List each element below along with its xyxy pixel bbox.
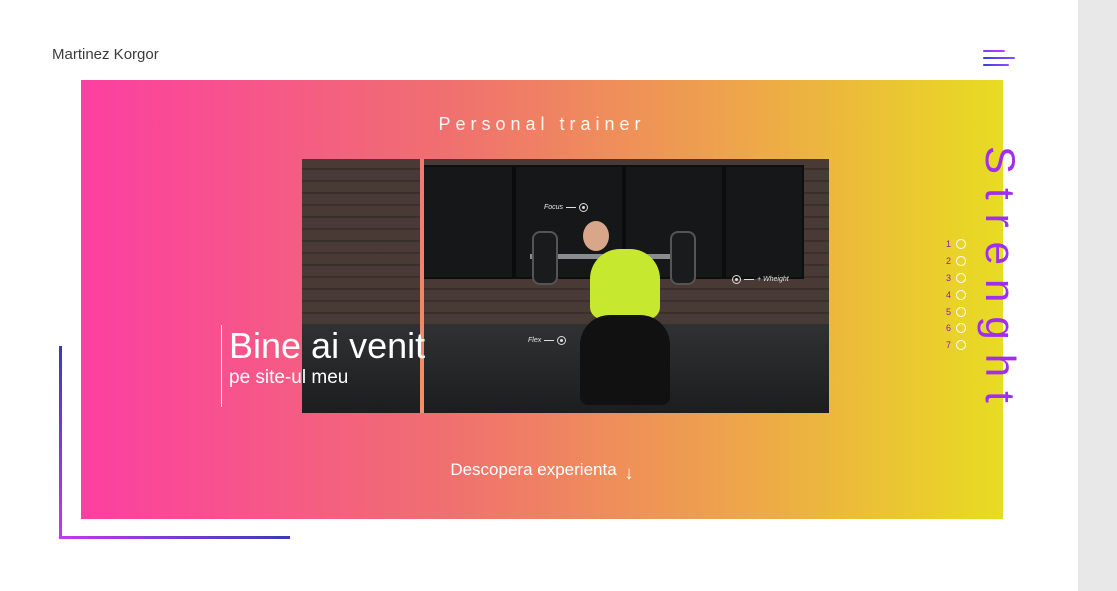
annotation-line <box>566 207 577 208</box>
annotation-weight[interactable]: + Wheight <box>732 275 789 284</box>
annotation-dot-icon <box>579 203 589 212</box>
menu-line <box>983 64 1009 66</box>
discover-label: Descopera experienta <box>450 460 617 479</box>
hamburger-menu-icon[interactable] <box>983 50 1017 68</box>
menu-line <box>983 50 1005 52</box>
trainer-legs <box>580 315 670 405</box>
annotation-flex[interactable]: Flex <box>528 336 567 345</box>
slide-pager: 1 2 3 4 5 6 7 <box>946 236 966 354</box>
annotation-label: Focus <box>544 204 564 211</box>
pager-number: 1 <box>946 239 952 250</box>
pager-item[interactable]: 2 <box>946 253 966 270</box>
pager-item[interactable]: 3 <box>946 270 966 287</box>
hero-banner: Personal trainer Focus + Wheight Flex Bi… <box>81 80 1003 519</box>
decorative-corner-vertical <box>59 346 62 539</box>
pager-number: 4 <box>946 289 952 300</box>
pager-item[interactable]: 1 <box>946 236 966 253</box>
barbell-plate <box>532 231 558 285</box>
annotation-dot-icon <box>557 336 567 345</box>
pager-item[interactable]: 6 <box>946 320 966 337</box>
trainer-torso <box>590 249 660 319</box>
brand-name[interactable]: Martinez Korgor <box>52 46 159 63</box>
discover-button[interactable]: Descopera experienta ↓ <box>81 460 1003 482</box>
annotation-line <box>544 340 555 341</box>
welcome-divider <box>221 325 222 407</box>
pager-item[interactable]: 7 <box>946 337 966 354</box>
right-gray-strip <box>1078 0 1117 591</box>
hero-title: Personal trainer <box>438 114 646 134</box>
annotation-line <box>744 279 754 280</box>
vertical-side-word: Strenght <box>977 146 1024 417</box>
decorative-corner-horizontal <box>59 536 290 539</box>
annotation-label: Flex <box>528 337 542 344</box>
annotation-dot-icon <box>732 275 741 284</box>
welcome-title: Bine ai venit <box>229 325 426 366</box>
barbell-plate <box>670 231 696 285</box>
arrow-down-icon: ↓ <box>624 463 634 483</box>
trainer-head <box>583 221 609 251</box>
pager-number: 5 <box>946 306 952 317</box>
pager-item[interactable]: 5 <box>946 303 966 320</box>
welcome-subtitle: pe site-ul meu <box>229 367 349 388</box>
window-frame <box>512 167 516 277</box>
menu-line <box>983 57 1015 59</box>
window-frame <box>722 167 726 277</box>
pager-item[interactable]: 4 <box>946 286 966 303</box>
pager-number: 2 <box>946 256 952 267</box>
welcome-block: Bine ai venit pe site-ul meu <box>221 325 426 407</box>
pager-number: 7 <box>946 340 952 351</box>
annotation-focus[interactable]: Focus <box>544 203 589 212</box>
pager-number: 3 <box>946 272 952 283</box>
annotation-label: + Wheight <box>757 276 789 283</box>
pager-number: 6 <box>946 323 952 334</box>
